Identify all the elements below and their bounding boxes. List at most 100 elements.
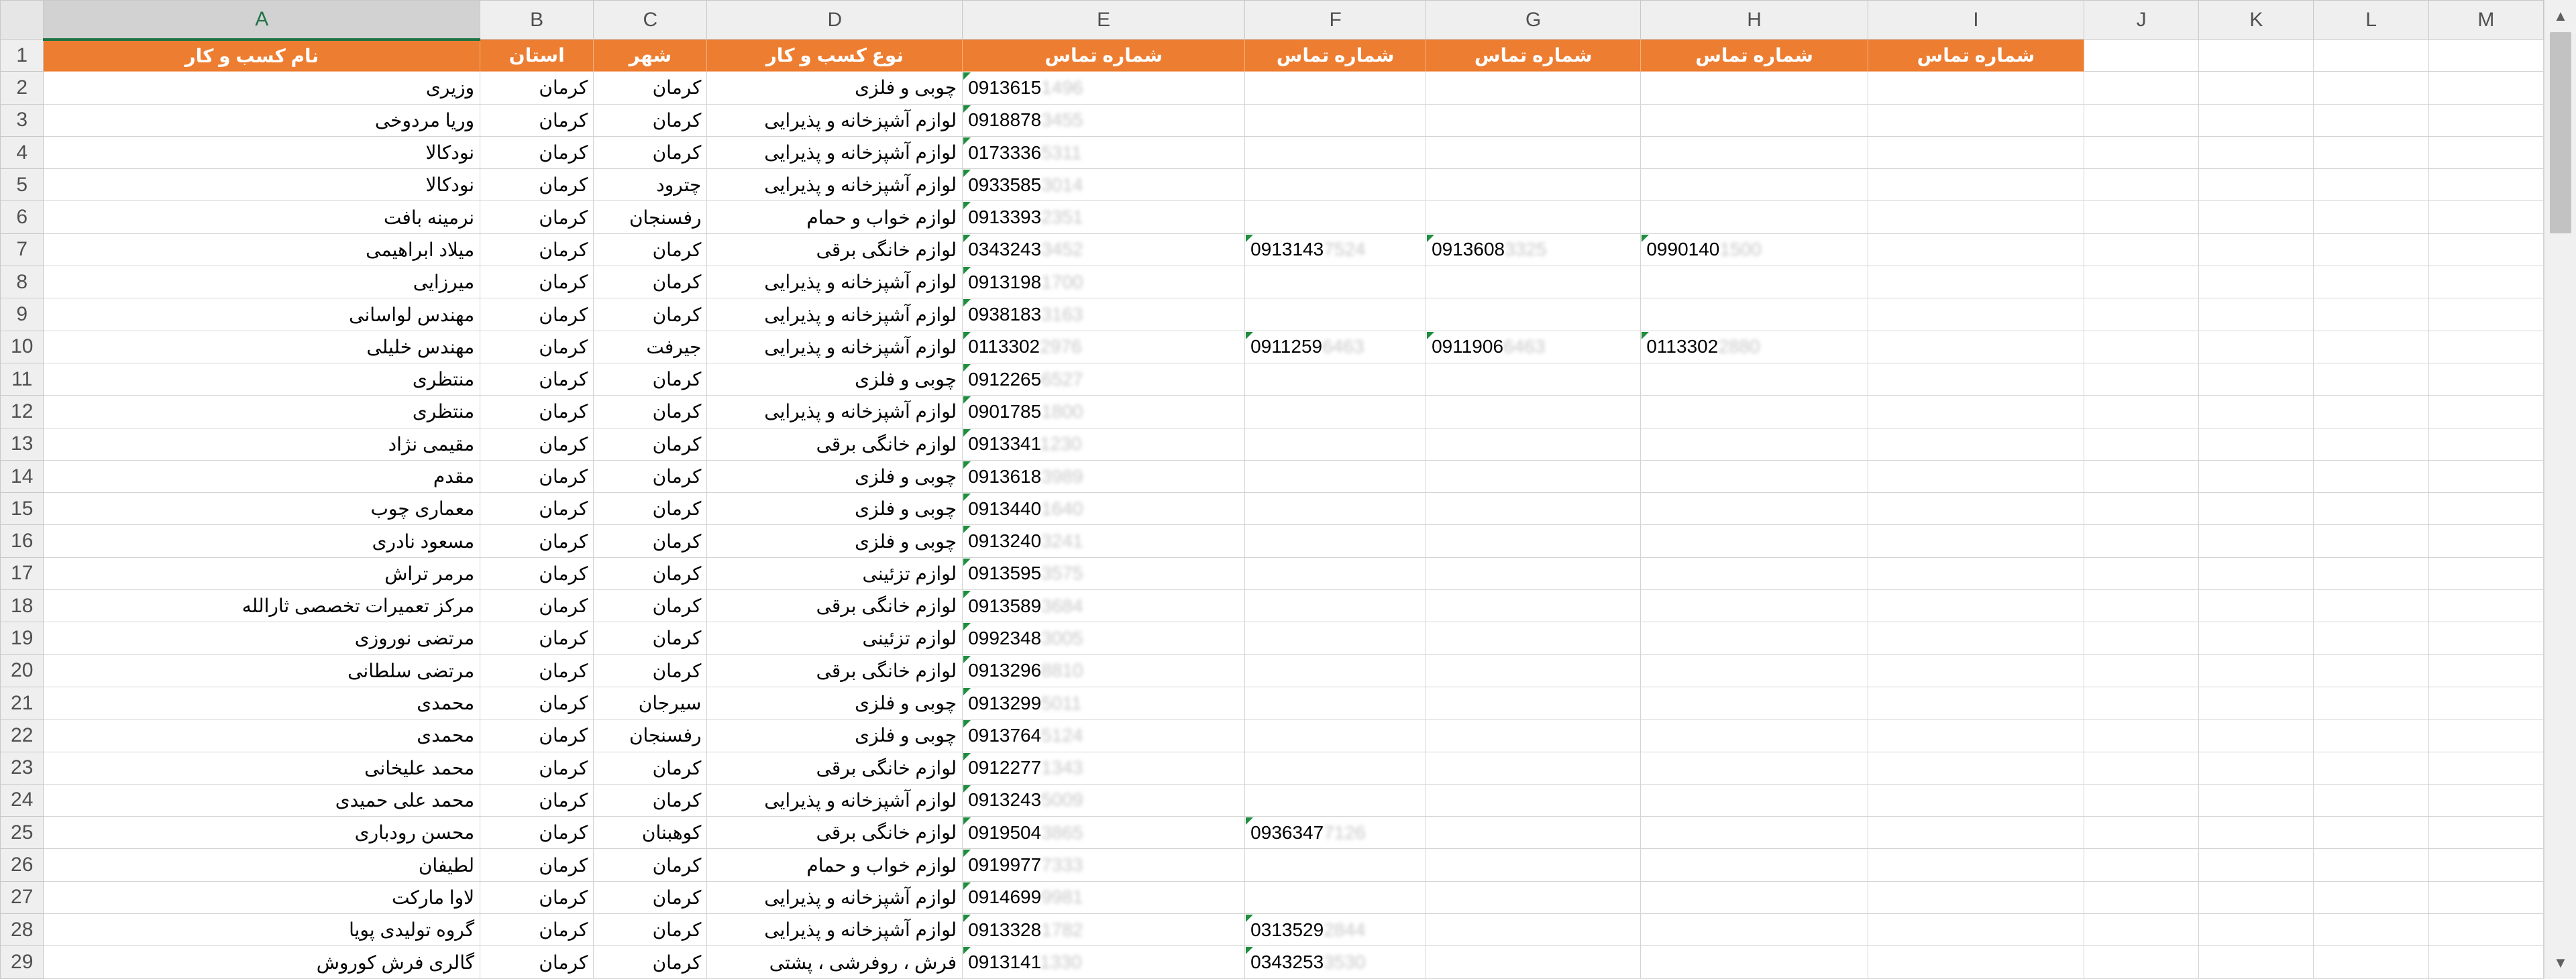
cell[interactable] xyxy=(2198,103,2314,137)
cell-phone-4[interactable] xyxy=(1640,427,1868,461)
cell[interactable] xyxy=(2313,298,2429,331)
cell-city[interactable]: کرمان xyxy=(593,589,708,623)
cell-province[interactable]: کرمان xyxy=(480,654,594,687)
cell-business-name[interactable]: معماری چوب xyxy=(43,492,481,526)
cell-phone-3[interactable] xyxy=(1426,816,1642,850)
cell-phone-2[interactable] xyxy=(1244,135,1427,170)
cell-business-type[interactable]: لوازم آشپزخانه و پذیرایی xyxy=(706,783,963,817)
cell-province[interactable]: کرمان xyxy=(480,395,594,428)
cell[interactable] xyxy=(2428,330,2544,363)
cell-phone-4[interactable] xyxy=(1640,362,1868,396)
cell[interactable] xyxy=(2198,168,2314,202)
row-header[interactable]: 22 xyxy=(0,719,44,752)
cell-phone-3[interactable] xyxy=(1426,427,1642,461)
cell-province[interactable]: کرمان xyxy=(480,913,594,947)
cell-business-type[interactable]: لوازم آشپزخانه و پذیرایی xyxy=(706,395,963,428)
row-header[interactable]: 14 xyxy=(0,459,44,494)
cell-city[interactable]: کوهبنان xyxy=(593,816,708,850)
cell[interactable] xyxy=(2084,654,2200,687)
cell[interactable] xyxy=(2428,880,2544,915)
cell[interactable] xyxy=(2084,427,2200,461)
row-header[interactable]: 2 xyxy=(0,71,44,105)
cell-phone-4[interactable] xyxy=(1640,686,1868,720)
cell-phone-2[interactable] xyxy=(1244,168,1427,202)
cell-city[interactable]: کرمان xyxy=(593,622,708,655)
cell[interactable] xyxy=(1867,589,2085,623)
cell[interactable] xyxy=(2084,298,2200,331)
cell-phone-3[interactable] xyxy=(1426,395,1642,428)
row-header[interactable]: 11 xyxy=(0,362,44,396)
cell-business-name[interactable]: مرتضی نوروزی xyxy=(43,622,481,655)
cell-phone-4[interactable] xyxy=(1640,654,1868,687)
cell-phone-3[interactable] xyxy=(1426,622,1642,655)
cell-business-type[interactable]: چوبی و فلزی xyxy=(706,362,963,396)
cell[interactable] xyxy=(2428,298,2544,331)
cell-province[interactable]: کرمان xyxy=(480,71,594,105)
cell[interactable] xyxy=(1867,298,2085,331)
cell[interactable] xyxy=(2084,330,2200,363)
cell-phone[interactable]: 01733365311 xyxy=(962,135,1246,170)
cell-phone-4[interactable]: 01133022880 xyxy=(1640,330,1868,363)
cell[interactable] xyxy=(2313,557,2429,591)
cell-business-type[interactable]: لوازم خواب و حمام xyxy=(706,848,963,882)
cell[interactable] xyxy=(2313,330,2429,363)
cell[interactable] xyxy=(2198,557,2314,591)
cell[interactable] xyxy=(2198,135,2314,170)
cell-province[interactable]: کرمان xyxy=(480,233,594,267)
cell-phone-2[interactable] xyxy=(1244,751,1427,785)
cell[interactable] xyxy=(2313,168,2429,202)
cell-phone-3[interactable] xyxy=(1426,783,1642,817)
cell[interactable] xyxy=(2198,362,2314,396)
cell[interactable] xyxy=(2428,622,2544,655)
cell[interactable] xyxy=(2313,492,2429,526)
cell[interactable] xyxy=(2198,71,2314,105)
cell[interactable] xyxy=(1867,492,2085,526)
cell-phone-4[interactable] xyxy=(1640,135,1868,170)
cell-phone-2[interactable]: 03135292844 xyxy=(1244,913,1427,947)
cell-phone-2[interactable] xyxy=(1244,298,1427,331)
cell-phone-4[interactable] xyxy=(1640,816,1868,850)
cell-phone-3[interactable] xyxy=(1426,751,1642,785)
cell-city[interactable]: سیرجان xyxy=(593,686,708,720)
cell-phone[interactable]: 09132435009 xyxy=(962,783,1246,817)
row-header[interactable]: 3 xyxy=(0,103,44,137)
cell[interactable] xyxy=(2084,751,2200,785)
cell[interactable] xyxy=(2084,233,2200,267)
row-header[interactable]: 5 xyxy=(0,168,44,202)
row-header[interactable]: 9 xyxy=(0,298,44,331)
cell-phone-2[interactable] xyxy=(1244,459,1427,494)
cell-phone-3[interactable] xyxy=(1426,654,1642,687)
cell-city[interactable]: رفسنجان xyxy=(593,719,708,752)
cell[interactable] xyxy=(1867,427,2085,461)
cell-business-type[interactable]: لوازم آشپزخانه و پذیرایی xyxy=(706,880,963,915)
cell-city[interactable]: کرمان xyxy=(593,654,708,687)
column-header-i[interactable]: I xyxy=(1867,0,2085,40)
cell-phone-2[interactable] xyxy=(1244,880,1427,915)
cell-phone-4[interactable] xyxy=(1640,945,1868,979)
cell[interactable] xyxy=(2198,427,2314,461)
cell[interactable] xyxy=(2428,492,2544,526)
cell-phone-3[interactable] xyxy=(1426,71,1642,105)
cell[interactable] xyxy=(2198,686,2314,720)
cell-phone[interactable]: 09133281782 xyxy=(962,913,1246,947)
cell[interactable] xyxy=(2084,719,2200,752)
cell-phone-2[interactable] xyxy=(1244,719,1427,752)
cell-phone[interactable]: 09199777333 xyxy=(962,848,1246,882)
cell-business-type[interactable]: چوبی و فلزی xyxy=(706,719,963,752)
cell-phone-2[interactable] xyxy=(1244,395,1427,428)
column-header-m[interactable]: M xyxy=(2428,0,2544,40)
row-header[interactable]: 29 xyxy=(0,945,44,979)
cell-city[interactable]: کرمان xyxy=(593,751,708,785)
cell-phone-4[interactable] xyxy=(1640,459,1868,494)
cell[interactable] xyxy=(1867,783,2085,817)
cell-province[interactable]: کرمان xyxy=(480,492,594,526)
cell-phone-2[interactable]: 03432533530 xyxy=(1244,945,1427,979)
cell-phone-4[interactable] xyxy=(1640,492,1868,526)
header-cell-phone-5[interactable]: شماره تماس xyxy=(1867,38,2085,72)
cell-phone[interactable]: 09923483005 xyxy=(962,622,1246,655)
cell[interactable] xyxy=(2428,589,2544,623)
cell[interactable] xyxy=(2198,589,2314,623)
cell-phone[interactable]: 09381833163 xyxy=(962,298,1246,331)
cell-phone-3[interactable] xyxy=(1426,200,1642,234)
cell-phone-3[interactable] xyxy=(1426,589,1642,623)
